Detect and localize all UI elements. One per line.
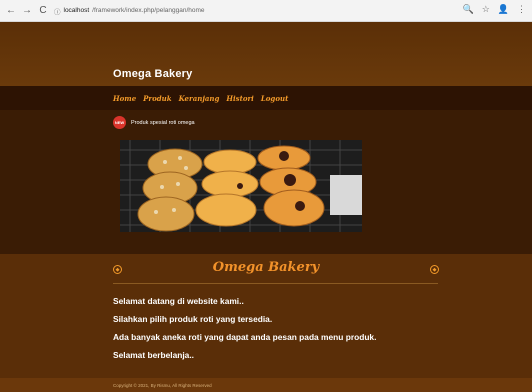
profile-icon[interactable]: 👤 — [498, 4, 509, 15]
nav-histori[interactable]: Histori — [226, 94, 253, 103]
nav-logout[interactable]: Logout — [261, 94, 288, 103]
title-divider — [113, 283, 438, 284]
reload-icon[interactable]: C — [38, 5, 48, 16]
new-badge: NEW — [113, 116, 126, 129]
main-nav: Home Produk Keranjang Histori Logout — [0, 86, 532, 110]
nav-home[interactable]: Home — [113, 94, 136, 103]
welcome-text: Selamat datang di website kami.. Silahka… — [113, 292, 376, 364]
featured-badge-row: NEW Produk spesial roti omega — [113, 116, 195, 129]
welcome-title: Omega Bakery — [212, 260, 320, 275]
featured-caption: Produk spesial roti omega — [131, 119, 195, 126]
forward-arrow-icon[interactable]: → — [22, 5, 32, 16]
nav-keranjang[interactable]: Keranjang — [179, 94, 220, 103]
welcome-line-1: Selamat datang di website kami.. — [113, 296, 244, 306]
bread-photo — [120, 140, 362, 232]
welcome-line-4: Selamat berbelanja.. — [113, 350, 194, 360]
site-header — [0, 22, 532, 86]
nav-produk[interactable]: Produk — [143, 94, 171, 103]
info-icon[interactable]: ⓘ — [54, 6, 61, 16]
site-title: Omega Bakery — [113, 68, 193, 80]
zoom-icon[interactable]: 🔍 — [462, 4, 473, 15]
welcome-line-2: Silahkan pilih produk roti yang tersedia… — [113, 314, 273, 324]
url-domain: localhost — [63, 7, 90, 14]
star-icon[interactable]: ☆ — [482, 4, 490, 15]
welcome-line-3: Ada banyak aneka roti yang dapat anda pe… — [113, 332, 377, 342]
url-path: /framework/index.php/pelanggan/home — [92, 7, 205, 14]
browser-toolbar: ← → C ⓘ localhost/framework/index.php/pe… — [0, 0, 532, 22]
address-bar[interactable]: ⓘ localhost/framework/index.php/pelangga… — [54, 6, 205, 16]
site-footer: Copyright © 2021, By Rismu, All Rights R… — [0, 378, 532, 392]
menu-icon[interactable]: ⋮ — [517, 4, 526, 15]
back-arrow-icon[interactable]: ← — [6, 5, 16, 16]
footer-copyright: Copyright © 2021, By Rismu, All Rights R… — [113, 382, 212, 388]
